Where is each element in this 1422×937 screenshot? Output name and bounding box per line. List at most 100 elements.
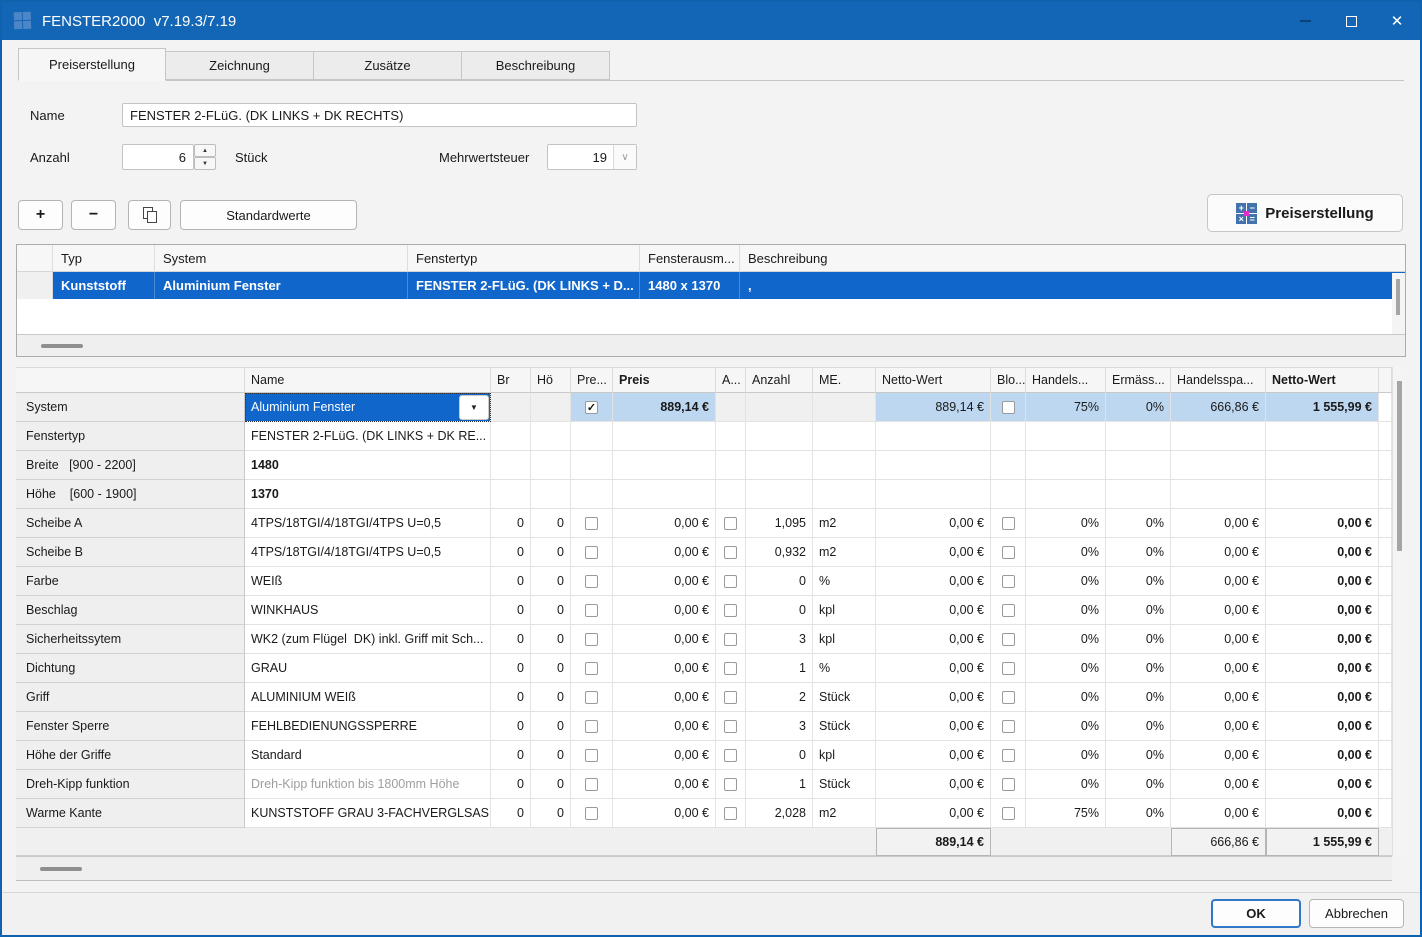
price-calculation-button[interactable]: + − × = Preiserstellung <box>1207 194 1403 232</box>
cell-netto[interactable]: 0,00 € <box>876 741 991 770</box>
cell-anzahl[interactable]: 1 <box>746 770 813 799</box>
cell-ho[interactable]: 0 <box>531 683 571 712</box>
scrollbar-thumb[interactable] <box>1396 279 1400 315</box>
a-checkbox[interactable] <box>724 807 737 820</box>
cell-handels[interactable]: 0% <box>1026 509 1106 538</box>
cell-blo[interactable] <box>991 683 1026 712</box>
cancel-button[interactable]: Abbrechen <box>1309 899 1404 928</box>
cell-a[interactable] <box>716 422 746 451</box>
tab-beschreibung[interactable]: Beschreibung <box>462 51 610 80</box>
blo-checkbox[interactable] <box>1002 633 1015 646</box>
col-header-system[interactable]: System <box>155 245 408 272</box>
positions-scrollbar[interactable] <box>1392 273 1405 334</box>
cell-name[interactable]: Aluminium Fenster▼ <box>245 393 491 422</box>
cell-blo[interactable] <box>991 741 1026 770</box>
col-header-br[interactable]: Br <box>491 367 531 393</box>
cell-netto2[interactable]: 0,00 € <box>1266 741 1379 770</box>
cell-ermaess[interactable]: 0% <box>1106 538 1171 567</box>
col-header-a[interactable]: A... <box>716 367 746 393</box>
cell-br[interactable]: 0 <box>491 625 531 654</box>
cell-ho[interactable] <box>531 480 571 509</box>
cell-me[interactable]: % <box>813 654 876 683</box>
cell-a[interactable] <box>716 683 746 712</box>
cell-name[interactable]: GRAU <box>245 654 491 683</box>
a-checkbox[interactable] <box>724 546 737 559</box>
cell-ermaess[interactable]: 0% <box>1106 683 1171 712</box>
col-header-netto[interactable]: Netto-Wert <box>876 367 991 393</box>
cell-handels[interactable]: 0% <box>1026 596 1106 625</box>
cell-anzahl[interactable]: 1,095 <box>746 509 813 538</box>
cell-name[interactable]: WINKHAUS <box>245 596 491 625</box>
name-input[interactable] <box>122 103 637 127</box>
cell-spanne[interactable]: 666,86 € <box>1171 393 1266 422</box>
cell-me[interactable] <box>813 393 876 422</box>
cell-pre[interactable] <box>571 480 613 509</box>
cell-handels[interactable]: 0% <box>1026 567 1106 596</box>
cell-spanne[interactable] <box>1171 422 1266 451</box>
cell-anzahl[interactable]: 0 <box>746 741 813 770</box>
cell-netto[interactable]: 0,00 € <box>876 770 991 799</box>
cell-preis[interactable]: 889,14 € <box>613 393 716 422</box>
cell-handels[interactable]: 0% <box>1026 538 1106 567</box>
cell-anzahl[interactable] <box>746 422 813 451</box>
cell-netto2[interactable] <box>1266 480 1379 509</box>
cell-preis[interactable] <box>613 480 716 509</box>
cell-name[interactable]: 1370 <box>245 480 491 509</box>
cell-blo[interactable] <box>991 654 1026 683</box>
cell-blo[interactable] <box>991 422 1026 451</box>
a-checkbox[interactable] <box>724 720 737 733</box>
cell-name[interactable]: WK2 (zum Flügel DK) inkl. Griff mit Sch.… <box>245 625 491 654</box>
cell-ermaess[interactable]: 0% <box>1106 625 1171 654</box>
scrollbar-thumb[interactable] <box>1397 381 1402 551</box>
cell-ho[interactable]: 0 <box>531 799 571 828</box>
cell-anzahl[interactable]: 1 <box>746 654 813 683</box>
tab-zeichnung[interactable]: Zeichnung <box>166 51 314 80</box>
cell-preis[interactable]: 0,00 € <box>613 509 716 538</box>
cell-pre[interactable] <box>571 683 613 712</box>
col-header-fenstertyp[interactable]: Fenstertyp <box>408 245 640 272</box>
cell-blo[interactable] <box>991 770 1026 799</box>
cell-anzahl[interactable] <box>746 451 813 480</box>
cell-netto2[interactable]: 0,00 € <box>1266 770 1379 799</box>
cell-fensterausmass[interactable]: 1480 x 1370 <box>640 272 740 299</box>
cell-anzahl[interactable]: 2 <box>746 683 813 712</box>
cell-handels[interactable]: 75% <box>1026 799 1106 828</box>
cell-handels[interactable]: 0% <box>1026 654 1106 683</box>
cell-name[interactable]: 1480 <box>245 451 491 480</box>
cell-preis[interactable]: 0,00 € <box>613 683 716 712</box>
cell-me[interactable] <box>813 451 876 480</box>
cell-blo[interactable] <box>991 538 1026 567</box>
cell-netto2[interactable]: 0,00 € <box>1266 799 1379 828</box>
cell-handels[interactable] <box>1026 422 1106 451</box>
cell-netto[interactable]: 0,00 € <box>876 683 991 712</box>
blo-checkbox[interactable] <box>1002 720 1015 733</box>
pre-checkbox[interactable] <box>585 720 598 733</box>
col-header-blo[interactable]: Blo... <box>991 367 1026 393</box>
pre-checkbox[interactable]: ✓ <box>585 401 598 414</box>
cell-pre[interactable] <box>571 538 613 567</box>
cell-netto2[interactable]: 1 555,99 € <box>1266 393 1379 422</box>
cell-ermaess[interactable]: 0% <box>1106 567 1171 596</box>
cell-br[interactable]: 0 <box>491 683 531 712</box>
cell-ho[interactable]: 0 <box>531 509 571 538</box>
cell-pre[interactable] <box>571 770 613 799</box>
cell-ermaess[interactable]: 0% <box>1106 799 1171 828</box>
cell-beschreibung[interactable]: , <box>740 272 1405 299</box>
cell-br[interactable]: 0 <box>491 538 531 567</box>
cell-me[interactable]: kpl <box>813 741 876 770</box>
cell-handels[interactable]: 0% <box>1026 770 1106 799</box>
minimize-button[interactable] <box>1282 2 1328 40</box>
blo-checkbox[interactable] <box>1002 401 1015 414</box>
cell-br[interactable] <box>491 451 531 480</box>
cell-ermaess[interactable]: 0% <box>1106 741 1171 770</box>
pre-checkbox[interactable] <box>585 807 598 820</box>
cell-a[interactable] <box>716 770 746 799</box>
col-header-pre[interactable]: Pre... <box>571 367 613 393</box>
remove-row-button[interactable]: − <box>71 200 116 230</box>
cell-anzahl[interactable]: 2,028 <box>746 799 813 828</box>
spin-up-icon[interactable]: ▲ <box>194 144 216 157</box>
col-header-handelsspanne[interactable]: Handelsspa... <box>1171 367 1266 393</box>
blo-checkbox[interactable] <box>1002 749 1015 762</box>
cell-preis[interactable]: 0,00 € <box>613 741 716 770</box>
cell-netto[interactable]: 0,00 € <box>876 509 991 538</box>
